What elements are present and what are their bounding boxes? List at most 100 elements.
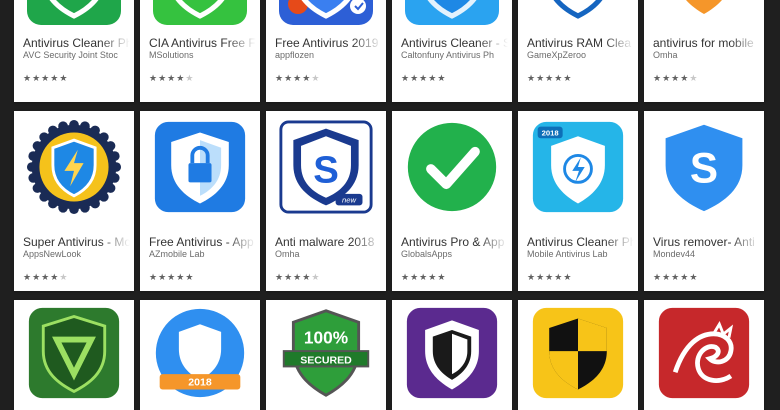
app-icon-area[interactable]: [644, 300, 764, 405]
app-card[interactable]: [644, 300, 764, 410]
star-icon: ★: [59, 74, 69, 84]
app-card[interactable]: S Virus remover- Anti Mondev44 ★★★★★: [644, 111, 764, 291]
star-icon: ★: [284, 273, 294, 283]
app-icon-area[interactable]: 100% SECURED: [266, 300, 386, 405]
app-icon-area[interactable]: [392, 111, 512, 223]
app-card[interactable]: Antivirus Cleaner - S Caltonfuny Antiviru…: [392, 0, 512, 102]
star-icon: ★: [293, 74, 303, 84]
app-icon-area[interactable]: 2018: [518, 111, 638, 223]
app-developer[interactable]: Mondev44: [653, 249, 760, 259]
app-card[interactable]: 100% SECURED: [266, 300, 386, 410]
app-developer[interactable]: AVC Security Joint Stoc: [23, 50, 130, 60]
app-card[interactable]: Super Antivirus - Mo AppsNewLook ★★★★★: [14, 111, 134, 291]
app-title[interactable]: Antivirus Cleaner Ph: [527, 235, 634, 249]
star-icon: ★: [32, 74, 42, 84]
app-title[interactable]: Super Antivirus - Mo: [23, 235, 130, 249]
app-card[interactable]: [14, 300, 134, 410]
star-icon: ★: [302, 74, 312, 84]
app-developer[interactable]: Caltonfuny Antivirus Ph: [401, 50, 508, 60]
app-icon-area[interactable]: 2018: [140, 300, 260, 405]
app-title[interactable]: Anti malware 2018: [275, 235, 382, 249]
star-icon: ★: [563, 273, 573, 283]
star-icon: ★: [149, 273, 159, 283]
blue-shield-2018-ribbon-icon: 2018: [155, 308, 245, 397]
star-icon: ★: [536, 273, 546, 283]
app-icon-area[interactable]: [14, 111, 134, 223]
app-icon-area[interactable]: [518, 0, 638, 28]
star-icon: ★: [23, 273, 33, 283]
star-rating: ★★★★★: [23, 74, 68, 84]
app-icon-area[interactable]: [392, 300, 512, 405]
shield-padlock-icon: [154, 121, 246, 213]
app-card[interactable]: Antivirus Pro & App GlobalsApps ★★★★★: [392, 111, 512, 291]
app-title[interactable]: Virus remover- Anti: [653, 235, 760, 249]
app-icon-area[interactable]: [14, 0, 134, 28]
app-developer[interactable]: AppsNewLook: [23, 249, 130, 259]
star-icon: ★: [185, 74, 195, 84]
app-icon-area[interactable]: [266, 0, 386, 28]
star-icon: ★: [527, 273, 537, 283]
app-developer[interactable]: Omha: [653, 50, 760, 60]
app-title[interactable]: antivirus for mobile: [653, 36, 760, 50]
app-icon-area[interactable]: [140, 0, 260, 28]
app-card[interactable]: CIA Antivirus Free F MSolutions ★★★★★: [140, 0, 260, 102]
app-icon-area[interactable]: [140, 111, 260, 223]
app-card[interactable]: Antivirus Cleaner Ph AVC Security Joint S…: [14, 0, 134, 102]
app-icon-area[interactable]: [518, 300, 638, 405]
app-icon-area[interactable]: Snew: [266, 111, 386, 223]
star-rating: ★★★★★: [149, 273, 194, 283]
app-card[interactable]: [392, 300, 512, 410]
app-title[interactable]: Free Antivirus - App: [149, 235, 256, 249]
app-card[interactable]: Antivirus RAM Clea GameXpZeroo ★★★★★: [518, 0, 638, 102]
app-developer[interactable]: MSolutions: [149, 50, 256, 60]
star-icon: ★: [401, 273, 411, 283]
app-card[interactable]: SECURITYantivirus for mobileOmha★★★★★: [644, 0, 764, 102]
app-icon-area[interactable]: SECURITY: [644, 0, 764, 28]
app-title[interactable]: CIA Antivirus Free F: [149, 36, 256, 50]
app-card[interactable]: [518, 300, 638, 410]
star-icon: ★: [563, 74, 573, 84]
secured-100-badge-icon: 100% SECURED: [282, 308, 370, 397]
app-title[interactable]: Antivirus Cleaner Ph: [23, 36, 130, 50]
star-icon: ★: [545, 273, 555, 283]
app-developer[interactable]: Omha: [275, 249, 382, 259]
star-icon: ★: [50, 273, 60, 283]
app-icon-area[interactable]: [14, 300, 134, 405]
star-icon: ★: [59, 273, 69, 283]
star-rating: ★★★★★: [653, 74, 698, 84]
star-icon: ★: [680, 74, 690, 84]
star-icon: ★: [410, 74, 420, 84]
app-card[interactable]: Free Antivirus - App AZmobile Lab ★★★★★: [140, 111, 260, 291]
app-title[interactable]: Antivirus Pro & App: [401, 235, 508, 249]
app-developer[interactable]: Mobile Antivirus Lab: [527, 249, 634, 259]
orange-security-badge-icon: SECURITY: [657, 0, 751, 25]
app-developer[interactable]: GlobalsApps: [401, 249, 508, 259]
app-title[interactable]: Antivirus RAM Clea: [527, 36, 634, 50]
app-title[interactable]: Free Antivirus 2019: [275, 36, 382, 50]
app-icon-area[interactable]: [392, 0, 512, 28]
star-icon: ★: [689, 273, 699, 283]
star-icon: ★: [275, 74, 285, 84]
app-card[interactable]: 2018: [140, 300, 260, 410]
app-developer[interactable]: GameXpZeroo: [527, 50, 634, 60]
star-icon: ★: [50, 74, 60, 84]
app-developer[interactable]: appflozen: [275, 50, 382, 60]
star-rating: ★★★★★: [23, 273, 68, 283]
app-card[interactable]: 2018 Antivirus Cleaner Ph Mobile Antivirus…: [518, 111, 638, 291]
app-card[interactable]: Snew Anti malware 2018 Omha ★★★★★: [266, 111, 386, 291]
app-icon-area[interactable]: S: [644, 111, 764, 223]
shield-s-new-icon: Snew: [279, 120, 373, 214]
star-icon: ★: [185, 273, 195, 283]
app-developer[interactable]: AZmobile Lab: [149, 249, 256, 259]
star-icon: ★: [437, 273, 447, 283]
star-icon: ★: [662, 74, 672, 84]
svg-text:100%: 100%: [304, 327, 348, 347]
app-card[interactable]: Free Antivirus 2019 appflozen ★★★★★: [266, 0, 386, 102]
star-icon: ★: [32, 273, 42, 283]
red-dragon-icon: [658, 307, 750, 398]
app-title[interactable]: Antivirus Cleaner - S: [401, 36, 508, 50]
star-rating: ★★★★★: [527, 74, 572, 84]
star-rating: ★★★★★: [653, 273, 698, 283]
star-icon: ★: [554, 74, 564, 84]
svg-text:S: S: [690, 144, 718, 191]
